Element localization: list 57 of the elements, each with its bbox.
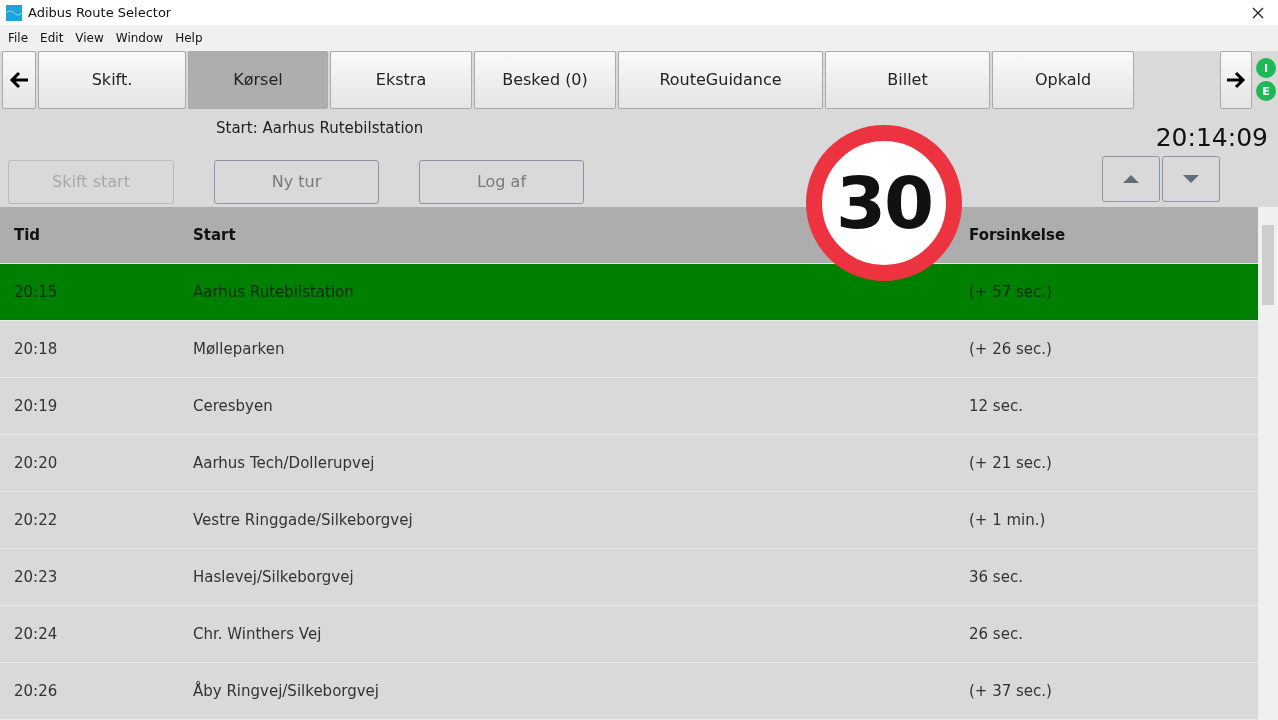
scroll-down-button[interactable] — [1162, 156, 1220, 203]
column-header: Forsinkelse — [969, 226, 1067, 244]
up-triangle-icon — [1123, 175, 1139, 184]
table-cell-text: 20:20 — [14, 454, 59, 472]
scrollbar[interactable] — [1258, 207, 1278, 720]
table-cell-text: Aarhus Rutebilstation — [193, 283, 355, 301]
table-cell-text: Åby Ringvej/Silkeborgvej — [193, 682, 380, 700]
tab[interactable]: RouteGuidance — [618, 50, 823, 109]
clock: 20:14:09 — [1155, 122, 1268, 154]
table-cell-text: Haslevej/Silkeborgvej — [193, 568, 355, 586]
table-cell-text: (+ 26 sec.) — [969, 340, 1053, 358]
tab[interactable]: Besked (0) — [474, 50, 616, 109]
table-cell-text: 20:24 — [14, 625, 59, 643]
scroll-up-button[interactable] — [1102, 156, 1160, 203]
table-cell-text: Chr. Winthers Vej — [193, 625, 323, 643]
menu-item[interactable]: File — [2, 30, 35, 45]
table-cell-text: Mølleparken — [193, 340, 286, 358]
left-arrow-icon — [9, 70, 29, 89]
table-cell-text: Aarhus Tech/Dollerupvej — [193, 454, 376, 472]
table-cell-text: 20:19 — [14, 397, 59, 415]
column-header: Start — [193, 226, 237, 244]
table-cell-text: 26 sec. — [969, 625, 1024, 643]
status-indicator: I — [1256, 58, 1276, 79]
table-cell-text: (+ 1 min.) — [969, 511, 1047, 529]
table-cell-text: Ceresbyen — [193, 397, 274, 415]
tab[interactable]: Billet — [825, 50, 990, 109]
table-cell-text: (+ 21 sec.) — [969, 454, 1053, 472]
menu-item[interactable]: Window — [109, 30, 170, 45]
right-arrow-icon — [1226, 70, 1246, 89]
back-button[interactable] — [2, 50, 36, 109]
tab[interactable]: Ekstra — [330, 50, 472, 109]
forward-button[interactable] — [1220, 50, 1252, 109]
app-logo-icon — [6, 4, 22, 21]
table-cell-text: 12 sec. — [969, 397, 1024, 415]
table-cell-text: (+ 37 sec.) — [969, 682, 1053, 700]
down-triangle-icon — [1183, 175, 1199, 184]
tab[interactable]: Skift. — [38, 50, 186, 109]
table-cell-text: 20:15 — [14, 283, 59, 301]
window-title: Adibus Route Selector — [28, 5, 173, 21]
status-indicator: E — [1256, 81, 1276, 102]
table-cell-text: 20:23 — [14, 568, 59, 586]
menu-item[interactable]: View — [69, 30, 110, 45]
table-cell-text: 20:22 — [14, 511, 59, 529]
table-cell-text: 36 sec. — [969, 568, 1024, 586]
scrollbar-thumb[interactable] — [1262, 225, 1274, 305]
start-label: Start: Aarhus Rutebilstation — [216, 118, 425, 139]
tab[interactable]: Kørsel — [188, 50, 328, 109]
menu-item[interactable]: Help — [169, 30, 209, 45]
speed-limit-sign: 30 — [806, 125, 962, 281]
tab[interactable]: Opkald — [992, 50, 1134, 109]
table-cell-text: (+ 57 sec.) — [969, 283, 1053, 301]
menu-item[interactable]: Edit — [34, 30, 70, 45]
table-cell-text: 20:18 — [14, 340, 59, 358]
column-header: Tid — [14, 226, 42, 244]
table-cell-text: 20:26 — [14, 682, 59, 700]
table-cell-text: Vestre Ringgade/Silkeborgvej — [193, 511, 414, 529]
close-icon[interactable] — [1252, 6, 1264, 19]
